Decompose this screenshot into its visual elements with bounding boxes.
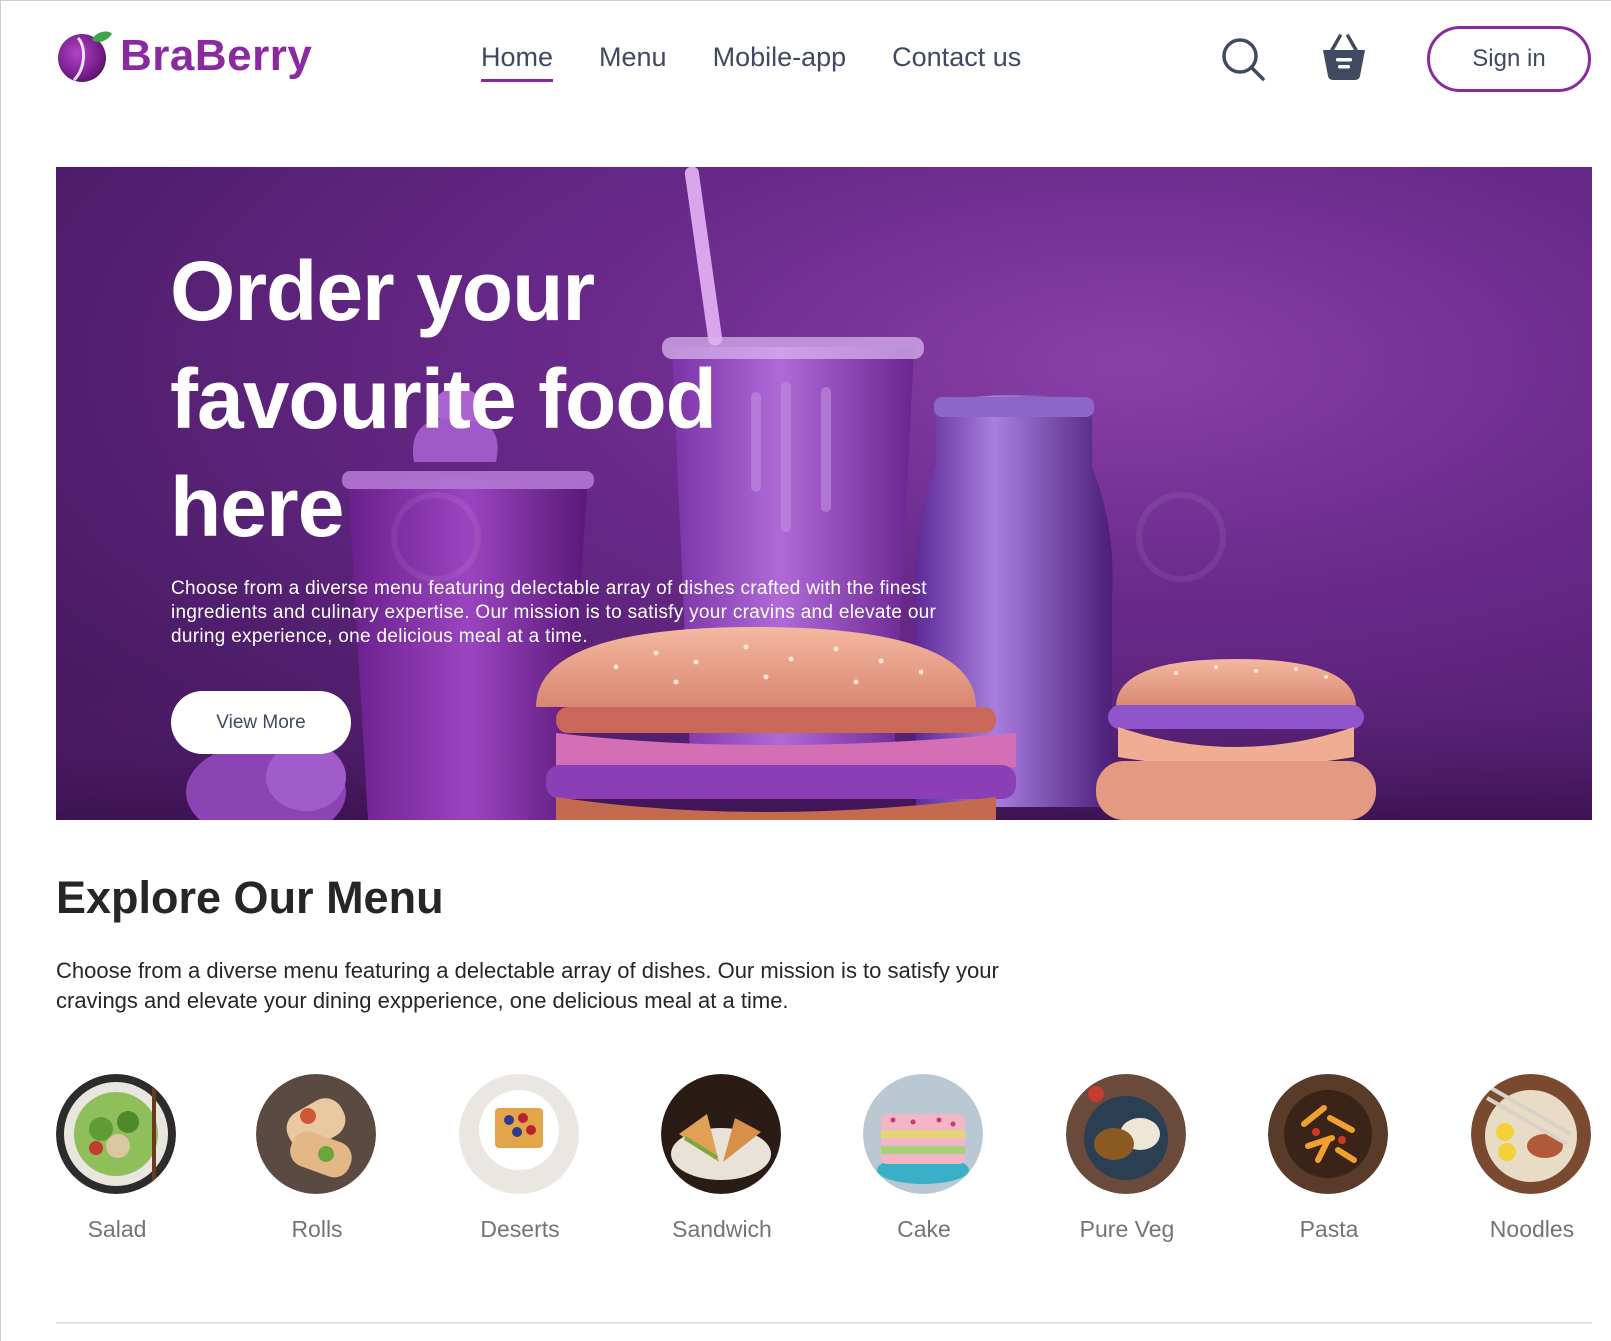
menu-item-pure-veg[interactable]: Pure Veg — [1066, 1074, 1188, 1243]
nav-menu[interactable]: Menu — [599, 42, 667, 82]
salad-image — [56, 1074, 176, 1194]
search-icon[interactable] — [1220, 36, 1266, 82]
menu-item-cake[interactable]: Cake — [863, 1074, 985, 1243]
noodles-image — [1471, 1074, 1591, 1194]
explore-menu-description: Choose from a diverse menu featuring a d… — [56, 958, 999, 1013]
nav-contact-us[interactable]: Contact us — [892, 42, 1021, 82]
menu-item-label: Rolls — [291, 1216, 343, 1242]
menu-item-deserts[interactable]: Deserts — [459, 1074, 581, 1243]
menu-item-label: Deserts — [480, 1216, 560, 1242]
section-divider — [56, 1322, 1592, 1324]
sandwich-image — [661, 1074, 781, 1194]
hero-title: Order your favourite food here — [170, 244, 717, 554]
menu-item-label: Salad — [87, 1216, 147, 1242]
logo[interactable]: BraBerry — [56, 28, 312, 84]
explore-menu-title: Explore Our Menu — [56, 872, 444, 923]
menu-category-list: Salad Rolls Deserts Sandwich Cake Pure V… — [56, 1074, 1596, 1254]
navbar: BraBerry Home Menu Mobile-app Contact us… — [0, 0, 1611, 122]
view-more-button[interactable]: View More — [171, 691, 351, 754]
hero-banner: Order your favourite food here Choose fr… — [56, 167, 1592, 820]
rolls-image — [256, 1074, 376, 1194]
berry-logo-icon — [58, 31, 112, 82]
main-nav: Home Menu Mobile-app Contact us — [481, 42, 1021, 82]
menu-item-noodles[interactable]: Noodles — [1471, 1074, 1593, 1243]
menu-item-label: Pure Veg — [1079, 1216, 1175, 1242]
menu-item-label: Pasta — [1299, 1216, 1359, 1242]
menu-item-label: Sandwich — [672, 1216, 772, 1242]
brand-name: BraBerry — [120, 31, 313, 80]
basket-icon[interactable] — [1320, 32, 1368, 82]
nav-mobile-app[interactable]: Mobile-app — [713, 42, 847, 82]
cake-image — [863, 1074, 983, 1194]
menu-item-label: Cake — [897, 1216, 951, 1242]
sign-in-button[interactable]: Sign in — [1427, 26, 1591, 92]
hero-description: Choose from a diverse menu featuring del… — [171, 578, 937, 647]
menu-item-sandwich[interactable]: Sandwich — [661, 1074, 783, 1243]
menu-item-salad[interactable]: Salad — [56, 1074, 178, 1243]
menu-item-label: Noodles — [1489, 1216, 1575, 1242]
menu-item-pasta[interactable]: Pasta — [1268, 1074, 1390, 1243]
pure-veg-image — [1066, 1074, 1186, 1194]
menu-item-rolls[interactable]: Rolls — [256, 1074, 378, 1243]
nav-home[interactable]: Home — [481, 42, 554, 82]
deserts-image — [459, 1074, 579, 1194]
pasta-image — [1268, 1074, 1388, 1194]
